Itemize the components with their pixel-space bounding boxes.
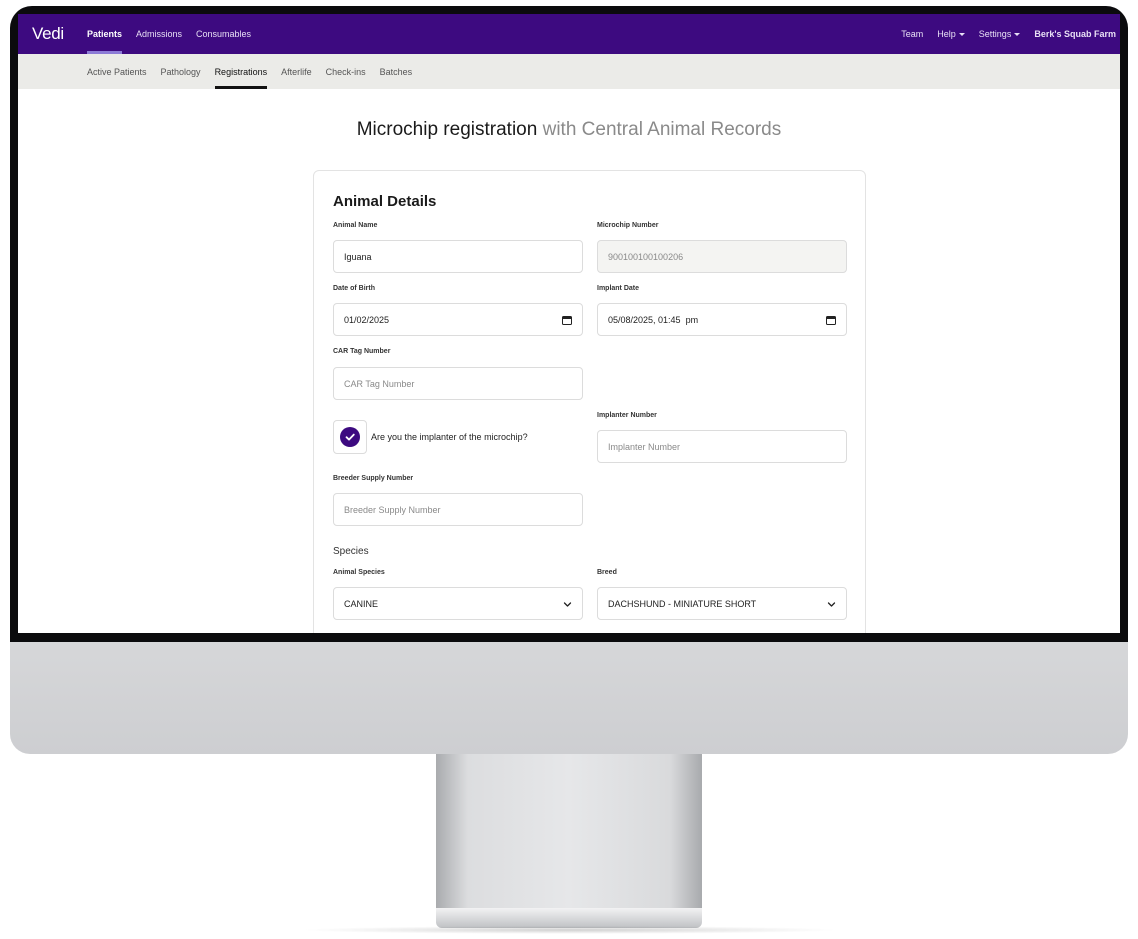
implanter-number-placeholder: Implanter Number [608, 441, 681, 452]
subnav-registrations[interactable]: Registrations [214, 54, 267, 89]
breed-label: Breed [597, 569, 617, 576]
implanter-checkbox[interactable] [333, 420, 367, 454]
animal-name-value: Iguana [344, 251, 372, 262]
subnav-active-patients[interactable]: Active Patients [87, 54, 147, 89]
chevron-down-icon [563, 602, 572, 607]
sub-navigation: Active Patients Pathology Registrations … [18, 54, 1120, 89]
nav-settings-dropdown[interactable]: Settings [979, 14, 1021, 54]
implanter-question-label[interactable]: Are you the implanter of the microchip? [371, 432, 528, 442]
subnav-pathology[interactable]: Pathology [161, 54, 201, 89]
page-title-main: Microchip registration [356, 119, 538, 140]
breeder-supply-label: Breeder Supply Number [333, 475, 414, 482]
implant-date-label: Implant Date [597, 285, 640, 292]
species-heading: Species [333, 546, 369, 557]
nav-patients[interactable]: Patients [87, 14, 123, 54]
implant-date-input[interactable]: 05/08/2025, 01:45 pm [597, 303, 847, 336]
breeder-supply-input[interactable]: Breeder Supply Number [333, 493, 583, 526]
implanter-number-input[interactable]: Implanter Number [597, 430, 847, 463]
date-of-birth-value: 01/02/2025 [344, 314, 390, 325]
animal-name-input[interactable]: Iguana [333, 240, 583, 273]
nav-admissions[interactable]: Admissions [136, 14, 182, 54]
breeder-supply-placeholder: Breeder Supply Number [344, 504, 441, 515]
subnav-afterlife[interactable]: Afterlife [281, 54, 312, 89]
implanter-number-label: Implanter Number [597, 412, 657, 419]
date-of-birth-input[interactable]: 01/02/2025 [333, 303, 583, 336]
page-title-suffix: with Central Animal Records [542, 119, 782, 140]
implant-date-value: 05/08/2025, 01:45 pm [608, 314, 699, 325]
car-tag-placeholder: CAR Tag Number [344, 378, 415, 389]
top-navigation: Vedi Patients Admissions Consumables Tea… [18, 14, 1120, 54]
animal-species-label: Animal Species [333, 569, 385, 576]
calendar-icon[interactable] [826, 315, 836, 325]
farm-name[interactable]: Berk's Squab Farm [1034, 14, 1116, 54]
car-tag-label: CAR Tag Number [333, 348, 391, 355]
caret-down-icon [958, 32, 965, 36]
nav-help-label: Help [937, 29, 956, 39]
animal-name-label: Animal Name [333, 222, 378, 229]
monitor-foot [436, 908, 702, 928]
car-tag-input[interactable]: CAR Tag Number [333, 367, 583, 400]
nav-help-dropdown[interactable]: Help [937, 14, 965, 54]
subnav-batches[interactable]: Batches [380, 54, 413, 89]
checkmark-icon [340, 427, 360, 447]
breed-value: DACHSHUND - MINIATURE SHORT [608, 598, 757, 609]
date-of-birth-label: Date of Birth [333, 285, 375, 292]
calendar-icon[interactable] [562, 315, 572, 325]
nav-team[interactable]: Team [901, 14, 923, 54]
monitor-stand [436, 754, 702, 918]
animal-species-value: CANINE [344, 598, 379, 609]
brand-logo[interactable]: Vedi [32, 24, 87, 44]
breed-select[interactable]: DACHSHUND - MINIATURE SHORT [597, 587, 847, 620]
microchip-number-label: Microchip Number [597, 222, 659, 229]
microchip-number-value: 900100100100206 [608, 251, 684, 262]
card-title: Animal Details [333, 193, 437, 210]
caret-down-icon [1014, 32, 1021, 36]
top-navigation-right: Team Help Settings Berk's Squab Farm [901, 14, 1120, 54]
screen: Vedi Patients Admissions Consumables Tea… [18, 14, 1120, 633]
chevron-down-icon [827, 602, 836, 607]
subnav-check-ins[interactable]: Check-ins [326, 54, 366, 89]
page-title: Microchip registration with Central Anim… [18, 119, 1120, 141]
animal-details-card: Animal Details Animal Name Iguana Microc… [313, 170, 866, 633]
nav-settings-label: Settings [978, 29, 1012, 39]
monitor-shadow [300, 926, 840, 934]
monitor-chin [10, 642, 1128, 754]
nav-consumables[interactable]: Consumables [196, 14, 251, 54]
animal-species-select[interactable]: CANINE [333, 587, 583, 620]
microchip-number-input: 900100100100206 [597, 240, 847, 273]
